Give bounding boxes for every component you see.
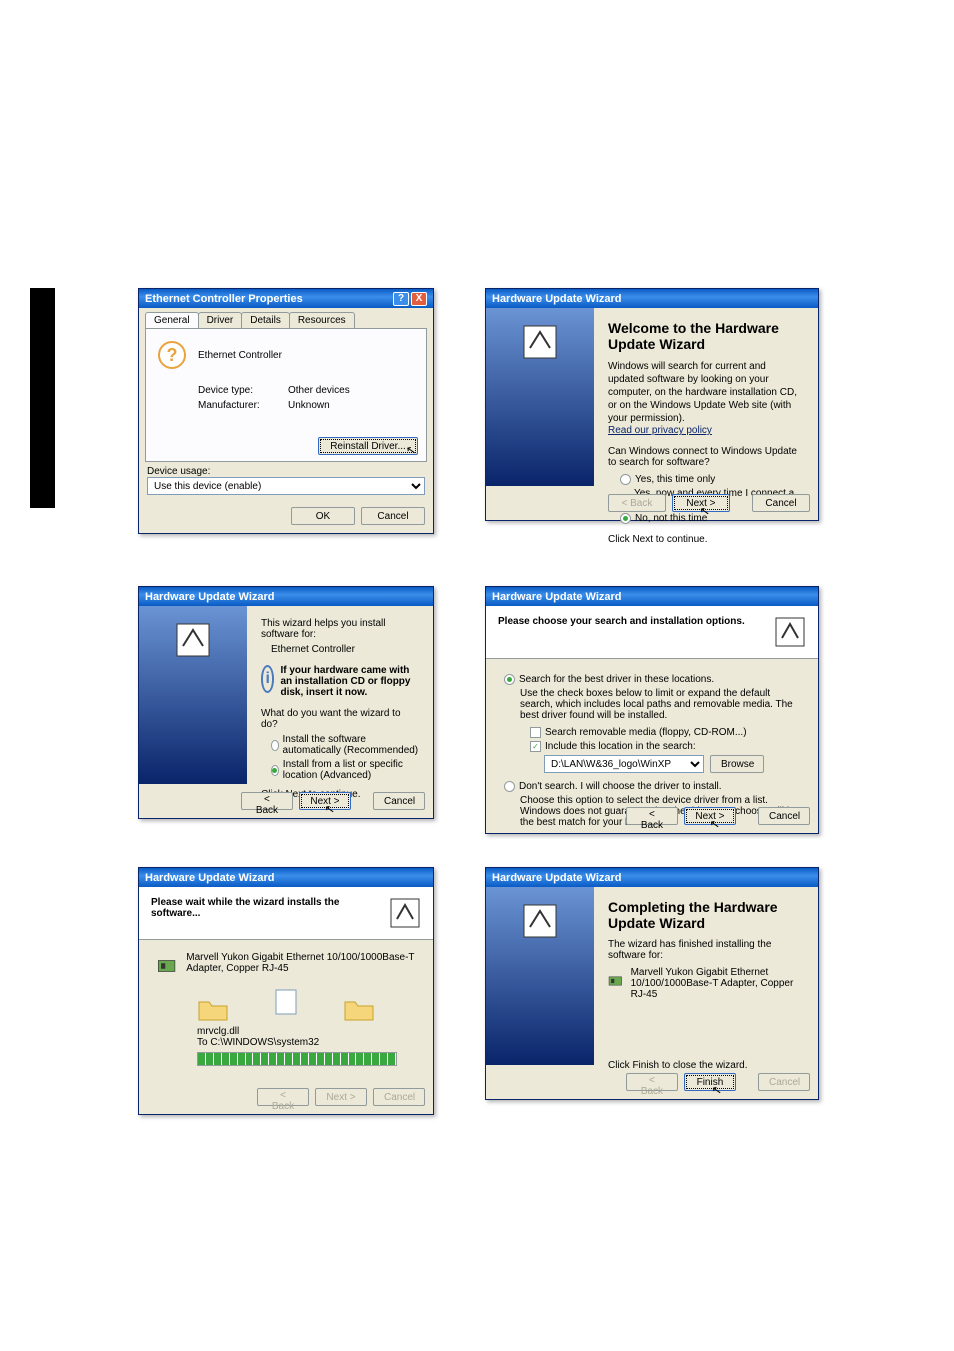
search-desc: Use the check boxes below to limit or ex… bbox=[520, 688, 800, 721]
titlebar: Hardware Update Wizard bbox=[486, 289, 818, 308]
wizard-helps: This wizard helps you install software f… bbox=[261, 618, 419, 640]
back-button[interactable]: < Back bbox=[626, 807, 678, 825]
wizard-sidebar bbox=[139, 606, 247, 784]
tab-row: General Driver Details Resources bbox=[139, 308, 433, 328]
dialog-title: Hardware Update Wizard bbox=[492, 872, 622, 884]
back-button: < Back bbox=[626, 1073, 678, 1091]
titlebar: Ethernet Controller Properties ? X bbox=[139, 289, 433, 308]
installing-dest: To C:\WINDOWS\system32 bbox=[197, 1037, 415, 1048]
device-usage-label: Device usage: bbox=[147, 466, 425, 477]
privacy-link[interactable]: Read our privacy policy bbox=[608, 425, 712, 436]
wizard-icon bbox=[520, 901, 560, 941]
dialog-title: Hardware Update Wizard bbox=[145, 872, 275, 884]
manufacturer-label: Manufacturer: bbox=[198, 400, 288, 411]
wizard-done-text: The wizard has finished installing the s… bbox=[608, 939, 804, 961]
dialog-title: Hardware Update Wizard bbox=[492, 293, 622, 305]
dialog-title: Hardware Update Wizard bbox=[145, 591, 275, 603]
wizard-header: Please choose your search and installati… bbox=[486, 606, 818, 659]
wizard-header-text: Please wait while the wizard installs th… bbox=[151, 897, 389, 919]
help-button[interactable]: ? bbox=[393, 292, 409, 306]
back-button: < Back bbox=[257, 1088, 309, 1106]
installing-device: Marvell Yukon Gigabit Ethernet 10/100/10… bbox=[186, 952, 415, 980]
radio-advanced[interactable]: Install from a list or specific location… bbox=[271, 759, 419, 781]
device-usage-select[interactable]: Use this device (enable) bbox=[147, 477, 425, 495]
cancel-button: Cancel bbox=[373, 1088, 425, 1106]
back-button: < Back bbox=[608, 494, 666, 512]
complete-device: Marvell Yukon Gigabit Ethernet 10/100/10… bbox=[631, 967, 804, 1000]
check-include-location[interactable]: ✓Include this location in the search: bbox=[530, 741, 800, 752]
installing-file: mrvclg.dll bbox=[197, 1026, 415, 1037]
tab-panel: ? Ethernet Controller Device type: Other… bbox=[145, 328, 427, 462]
wizard-question: What do you want the wizard to do? bbox=[261, 708, 419, 730]
check-removable[interactable]: Search removable media (floppy, CD-ROM..… bbox=[530, 727, 800, 738]
location-path-select[interactable]: D:\LAN\W&36_logo\WinXP bbox=[544, 755, 704, 773]
tab-driver[interactable]: Driver bbox=[198, 312, 243, 328]
radio-search-best[interactable]: Search for the best driver in these loca… bbox=[504, 674, 800, 685]
wizard-icon bbox=[173, 620, 213, 660]
tab-general[interactable]: General bbox=[145, 312, 199, 328]
finish-button[interactable]: Finish bbox=[684, 1073, 736, 1091]
device-type-value: Other devices bbox=[288, 385, 350, 396]
wizard-sidebar bbox=[486, 308, 594, 486]
wizard-installing-dialog: Hardware Update Wizard Please wait while… bbox=[138, 867, 434, 1115]
titlebar: Hardware Update Wizard bbox=[139, 587, 433, 606]
info-icon: i bbox=[261, 665, 274, 693]
wizard-header-text: Please choose your search and installati… bbox=[498, 616, 745, 627]
folder-source-icon bbox=[197, 996, 229, 1022]
dialog-title: Ethernet Controller Properties bbox=[145, 293, 303, 305]
folder-dest-icon bbox=[343, 996, 375, 1022]
radio-yes-once[interactable]: Yes, this time only bbox=[620, 474, 804, 485]
close-button[interactable]: X bbox=[411, 292, 427, 306]
cancel-button[interactable]: Cancel bbox=[752, 494, 810, 512]
cancel-button: Cancel bbox=[758, 1073, 810, 1091]
side-tab bbox=[30, 288, 55, 508]
cancel-button[interactable]: Cancel bbox=[361, 507, 425, 525]
ok-button[interactable]: OK bbox=[291, 507, 355, 525]
network-card-icon bbox=[608, 967, 623, 995]
question-chip-icon: ? bbox=[156, 339, 188, 371]
flying-file-icon bbox=[270, 986, 302, 1018]
wizard-continue: Click Next to continue. bbox=[608, 534, 804, 545]
properties-dialog: Ethernet Controller Properties ? X Gener… bbox=[138, 288, 434, 534]
radio-no[interactable]: No, not this time bbox=[620, 513, 804, 524]
tab-details[interactable]: Details bbox=[241, 312, 290, 328]
wizard-complete-dialog: Hardware Update Wizard Completing the Ha… bbox=[485, 867, 819, 1100]
wizard-icon bbox=[520, 322, 560, 362]
network-card-icon bbox=[157, 952, 176, 980]
tab-resources[interactable]: Resources bbox=[289, 312, 355, 328]
cancel-button[interactable]: Cancel bbox=[373, 792, 425, 810]
wizard-icon bbox=[774, 616, 806, 648]
wizard-question: Can Windows connect to Windows Update to… bbox=[608, 446, 804, 468]
titlebar: Hardware Update Wizard bbox=[139, 868, 433, 887]
wizard-device: Ethernet Controller bbox=[271, 644, 419, 655]
browse-button[interactable]: Browse bbox=[710, 755, 764, 773]
wizard-continue: Click Finish to close the wizard. bbox=[608, 1060, 804, 1071]
radio-auto[interactable]: Install the software automatically (Reco… bbox=[271, 734, 419, 756]
cd-hint: If your hardware came with an installati… bbox=[280, 665, 419, 698]
install-progress bbox=[197, 1052, 397, 1066]
wizard-header: Please wait while the wizard installs th… bbox=[139, 887, 433, 940]
wizard-desc: Windows will search for current and upda… bbox=[608, 360, 804, 425]
wizard-heading: Completing the Hardware Update Wizard bbox=[608, 899, 804, 931]
titlebar: Hardware Update Wizard bbox=[486, 587, 818, 606]
reinstall-driver-button[interactable]: Reinstall Driver... bbox=[318, 437, 418, 455]
next-button: Next > bbox=[315, 1088, 367, 1106]
wizard-method-dialog: Hardware Update Wizard This wizard helps… bbox=[138, 586, 434, 819]
device-type-label: Device type: bbox=[198, 385, 288, 396]
svg-text:?: ? bbox=[167, 345, 178, 365]
titlebar: Hardware Update Wizard bbox=[486, 868, 818, 887]
wizard-search-dialog: Hardware Update Wizard Please choose you… bbox=[485, 586, 819, 834]
cancel-button[interactable]: Cancel bbox=[758, 807, 810, 825]
device-name: Ethernet Controller bbox=[198, 350, 282, 361]
manufacturer-value: Unknown bbox=[288, 400, 330, 411]
wizard-icon bbox=[389, 897, 421, 929]
wizard-welcome-dialog: Hardware Update Wizard Welcome to the Ha… bbox=[485, 288, 819, 521]
dialog-title: Hardware Update Wizard bbox=[492, 591, 622, 603]
wizard-heading: Welcome to the Hardware Update Wizard bbox=[608, 320, 804, 352]
radio-dont-search[interactable]: Don't search. I will choose the driver t… bbox=[504, 781, 800, 792]
cursor-icon: ↖ bbox=[405, 442, 417, 458]
wizard-sidebar bbox=[486, 887, 594, 1065]
back-button[interactable]: < Back bbox=[241, 792, 293, 810]
